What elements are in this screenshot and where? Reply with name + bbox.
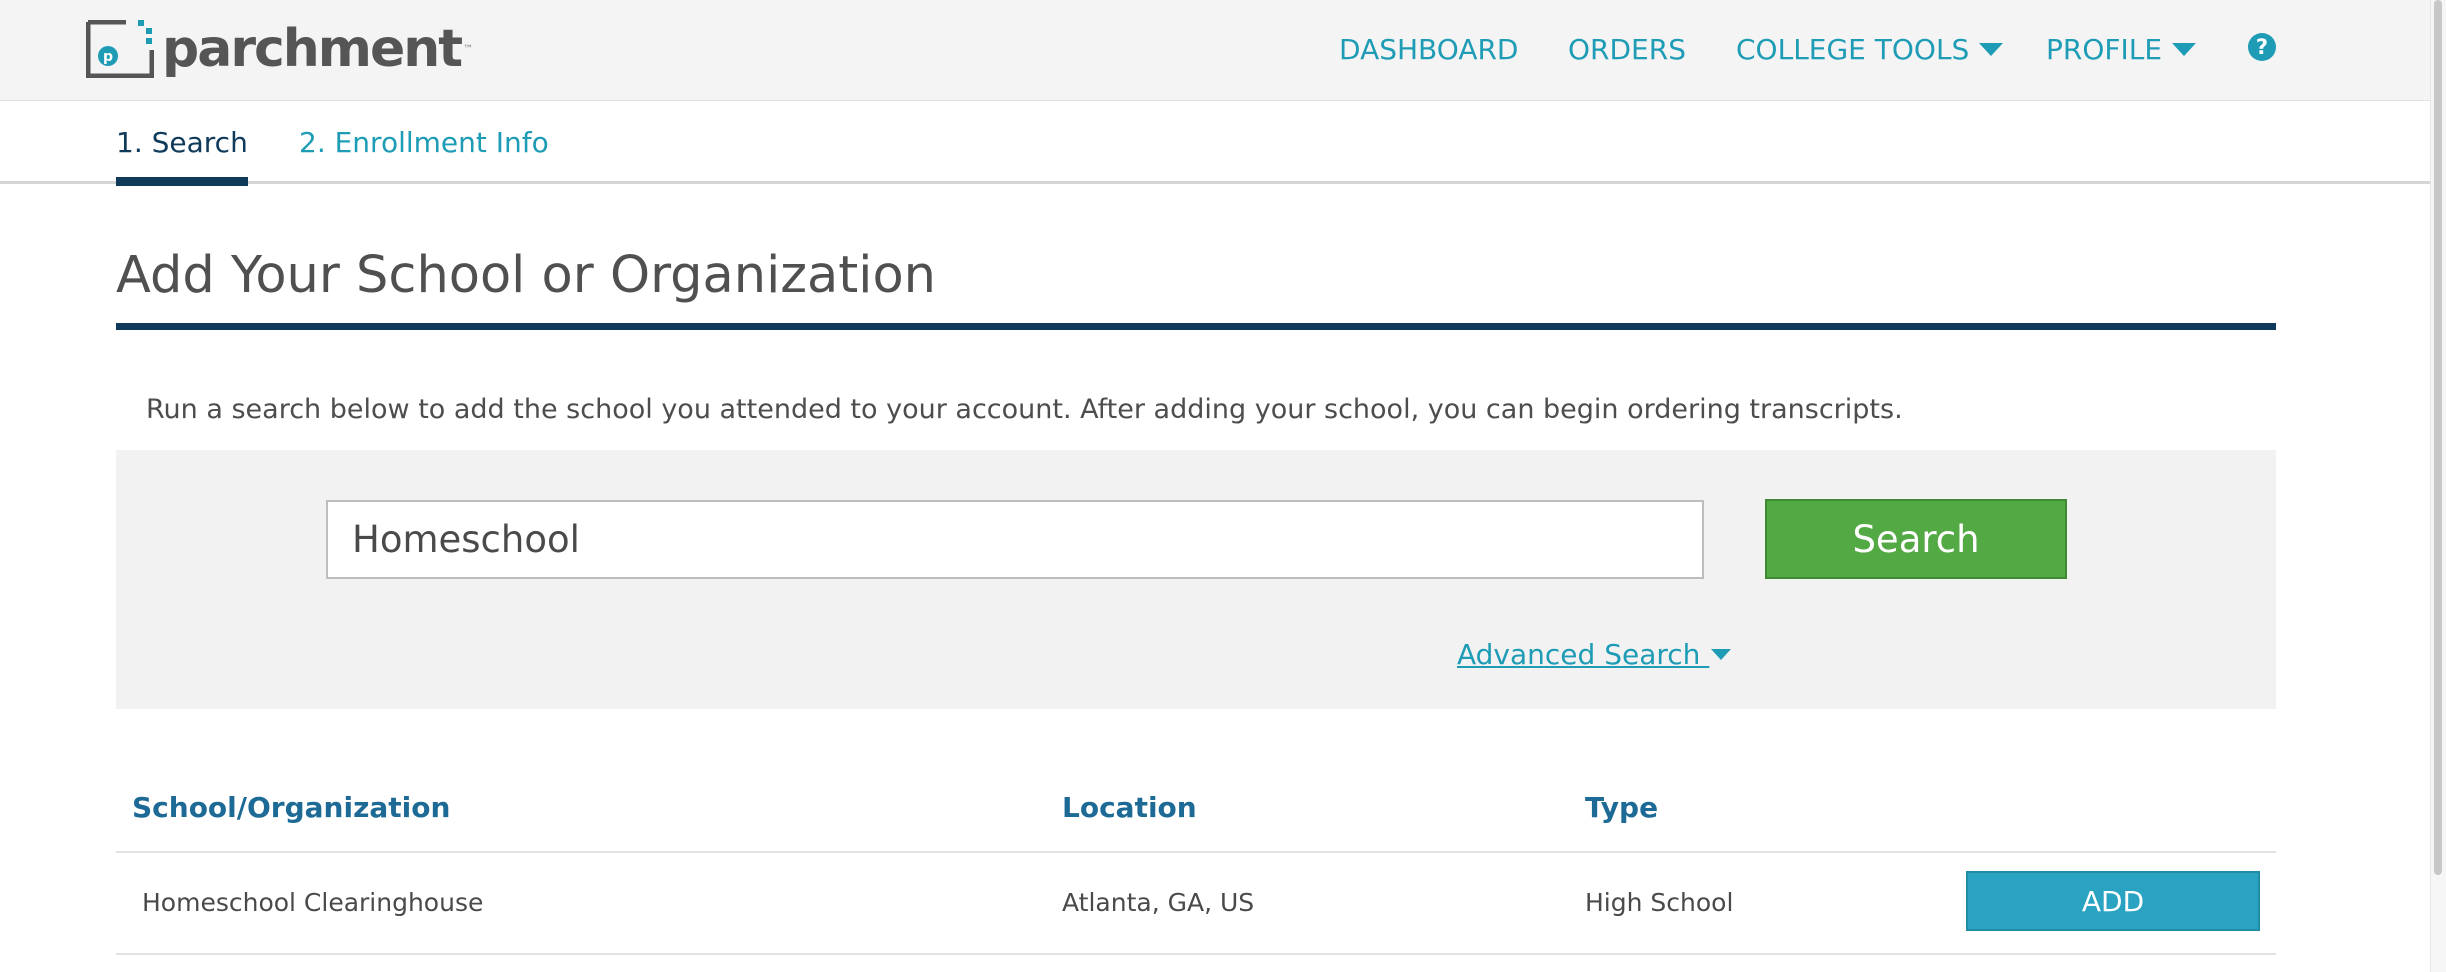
table-row: Homeschool Clearinghouse Atlanta, GA, US…: [116, 853, 2276, 955]
scrollbar-thumb[interactable]: [2434, 0, 2442, 875]
step-enrollment-info[interactable]: 2. Enrollment Info: [299, 125, 549, 161]
nav-profile[interactable]: PROFILE: [2046, 30, 2197, 70]
parchment-logo[interactable]: p parchment ™: [85, 19, 474, 79]
svg-text:p: p: [103, 49, 113, 65]
caret-down-icon: [1711, 648, 1732, 660]
nav-college-tools[interactable]: COLLEGE TOOLS: [1736, 30, 2004, 70]
cell-school-name: Homeschool Clearinghouse: [142, 888, 484, 917]
cell-type: High School: [1585, 888, 1734, 917]
advanced-search-link[interactable]: Advanced Search: [1457, 637, 1732, 673]
step-search[interactable]: 1. Search: [116, 125, 248, 186]
nav-college-tools-label: COLLEGE TOOLS: [1736, 33, 1970, 66]
nav-profile-label: PROFILE: [2046, 33, 2163, 66]
page-title: Add Your School or Organization: [116, 246, 936, 305]
caret-down-icon: [2172, 42, 2197, 56]
trademark-mark: ™: [463, 43, 474, 55]
step-tabs: 1. Search 2. Enrollment Info: [0, 101, 2430, 186]
nav-orders[interactable]: ORDERS: [1568, 30, 1686, 70]
top-navigation-bar: p parchment ™ DASHBOARD ORDERS COLLEGE TO…: [0, 0, 2430, 101]
parchment-logo-icon: p: [85, 19, 155, 79]
vertical-scrollbar[interactable]: [2430, 0, 2446, 972]
intro-text: Run a search below to add the school you…: [146, 394, 1903, 425]
advanced-search-label: Advanced Search: [1457, 638, 1701, 671]
title-divider: [116, 323, 2276, 330]
caret-down-icon: [1979, 42, 2004, 56]
nav-dashboard[interactable]: DASHBOARD: [1339, 30, 1518, 70]
search-button[interactable]: Search: [1765, 499, 2067, 579]
column-header-school: School/Organization: [132, 791, 451, 824]
question-circle-icon[interactable]: ?: [2248, 33, 2276, 61]
add-school-button[interactable]: ADD: [1966, 871, 2260, 931]
column-header-location: Location: [1062, 791, 1197, 824]
column-header-type: Type: [1585, 791, 1659, 824]
school-search-input[interactable]: [326, 500, 1704, 579]
cell-location: Atlanta, GA, US: [1062, 888, 1255, 917]
search-panel: Search Advanced Search: [116, 450, 2276, 709]
logo-wordmark: parchment: [162, 19, 463, 79]
